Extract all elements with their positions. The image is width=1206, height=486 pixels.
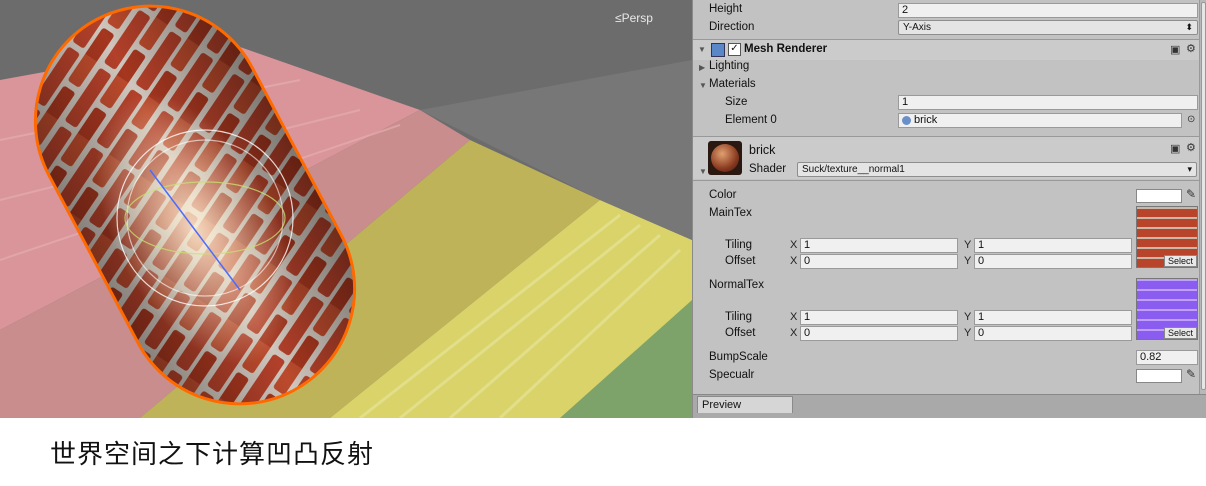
x-label: X [790, 327, 798, 339]
material-header[interactable]: brick Shader Suck/texture__normal1 ▾ ▼ ▣… [693, 137, 1199, 179]
maintex-label: MainTex [709, 207, 752, 219]
persp-text: Persp [621, 11, 653, 25]
normaltex-thumbnail[interactable]: Select [1136, 278, 1198, 340]
specular-label: Specualr [709, 369, 755, 381]
main-offset-label: Offset [725, 255, 756, 267]
direction-value: Y-Axis [903, 22, 931, 33]
material-preview-thumbnail [708, 141, 742, 175]
y-label: Y [964, 327, 972, 339]
x-label: X [790, 311, 798, 323]
mesh-renderer-title: Mesh Renderer [744, 43, 828, 55]
scene-render [0, 0, 692, 418]
material-sphere-icon [902, 116, 911, 125]
direction-dropdown[interactable]: Y-Axis ⬍ [898, 20, 1198, 35]
shader-value: Suck/texture__normal1 [802, 164, 905, 175]
height-label: Height [709, 3, 743, 15]
normaltex-select-button[interactable]: Select [1163, 327, 1197, 339]
collapse-triangle-icon[interactable]: ▼ [698, 45, 706, 54]
lighting-expand-icon[interactable]: ▶ [699, 63, 705, 72]
gear-icon[interactable]: ⚙ [1186, 141, 1196, 154]
mesh-renderer-icon [711, 43, 725, 57]
x-label: X [790, 239, 798, 251]
maintex-select-button[interactable]: Select [1163, 255, 1197, 267]
help-book-icon[interactable]: ▣ [1170, 43, 1180, 56]
normal-tiling-label: Tiling [725, 311, 753, 323]
preview-bar: Preview [693, 394, 1206, 418]
direction-label: Direction [709, 21, 755, 33]
gear-icon[interactable]: ⚙ [1186, 42, 1196, 55]
y-label: Y [964, 311, 972, 323]
persp-icon: ≤ [615, 11, 622, 25]
y-label: Y [964, 239, 972, 251]
lighting-label[interactable]: Lighting [709, 60, 749, 72]
normal-offset-label: Offset [725, 327, 756, 339]
mesh-renderer-header[interactable]: ▼ ✓ Mesh Renderer ▣ ⚙ [693, 40, 1199, 60]
normal-offset-y-field[interactable]: 0 [974, 326, 1132, 341]
enabled-checkbox[interactable]: ✓ [728, 43, 741, 56]
dropdown-arrow-icon: ⬍ [1185, 22, 1193, 32]
normaltex-label: NormalTex [709, 279, 764, 291]
normal-tiling-x-field[interactable]: 1 [800, 310, 958, 325]
normal-tiling-y-field[interactable]: 1 [974, 310, 1132, 325]
help-book-icon[interactable]: ▣ [1170, 142, 1180, 155]
material-collapse-icon[interactable]: ▼ [699, 167, 707, 176]
x-label: X [790, 255, 798, 267]
inspector-scrollbar[interactable] [1199, 0, 1206, 400]
eyedropper-icon[interactable]: ✎ [1186, 187, 1196, 201]
shader-dropdown[interactable]: Suck/texture__normal1 ▾ [797, 162, 1197, 177]
color-label: Color [709, 189, 737, 201]
main-offset-y-field[interactable]: 0 [974, 254, 1132, 269]
preview-tab[interactable]: Preview [697, 396, 793, 413]
main-offset-x-field[interactable]: 0 [800, 254, 958, 269]
bumpscale-field[interactable]: 0.82 [1136, 350, 1198, 365]
size-field[interactable]: 1 [898, 95, 1198, 110]
color-swatch[interactable] [1136, 189, 1182, 203]
object-picker-icon[interactable]: ⊙ [1187, 114, 1195, 125]
materials-label[interactable]: Materials [709, 78, 756, 90]
shader-label: Shader [749, 163, 787, 175]
material-name: brick [749, 143, 776, 157]
main-tiling-x-field[interactable]: 1 [800, 238, 958, 253]
dropdown-arrow-icon: ▾ [1187, 164, 1192, 174]
element0-value: brick [914, 114, 938, 126]
persp-label[interactable]: ≤Persp [615, 11, 653, 25]
scene-view[interactable]: ≤Persp [0, 0, 692, 418]
main-tiling-y-field[interactable]: 1 [974, 238, 1132, 253]
element0-field[interactable]: brick [898, 113, 1182, 128]
maintex-thumbnail[interactable]: Select [1136, 206, 1198, 268]
eyedropper-icon[interactable]: ✎ [1186, 367, 1196, 381]
inspector-panel: Height 2 Direction Y-Axis ⬍ ▼ ✓ Mesh Ren… [692, 0, 1206, 418]
scrollbar-thumb[interactable] [1201, 2, 1206, 390]
y-label: Y [964, 255, 972, 267]
size-label: Size [725, 96, 748, 108]
materials-collapse-icon[interactable]: ▼ [699, 81, 707, 90]
normal-offset-x-field[interactable]: 0 [800, 326, 958, 341]
separator [693, 180, 1199, 181]
caption-text: 世界空间之下计算凹凸反射 [50, 440, 375, 470]
bumpscale-label: BumpScale [709, 351, 768, 363]
element0-label: Element 0 [725, 114, 777, 126]
specular-color-swatch[interactable] [1136, 369, 1182, 383]
main-tiling-label: Tiling [725, 239, 753, 251]
height-field[interactable]: 2 [898, 3, 1198, 18]
